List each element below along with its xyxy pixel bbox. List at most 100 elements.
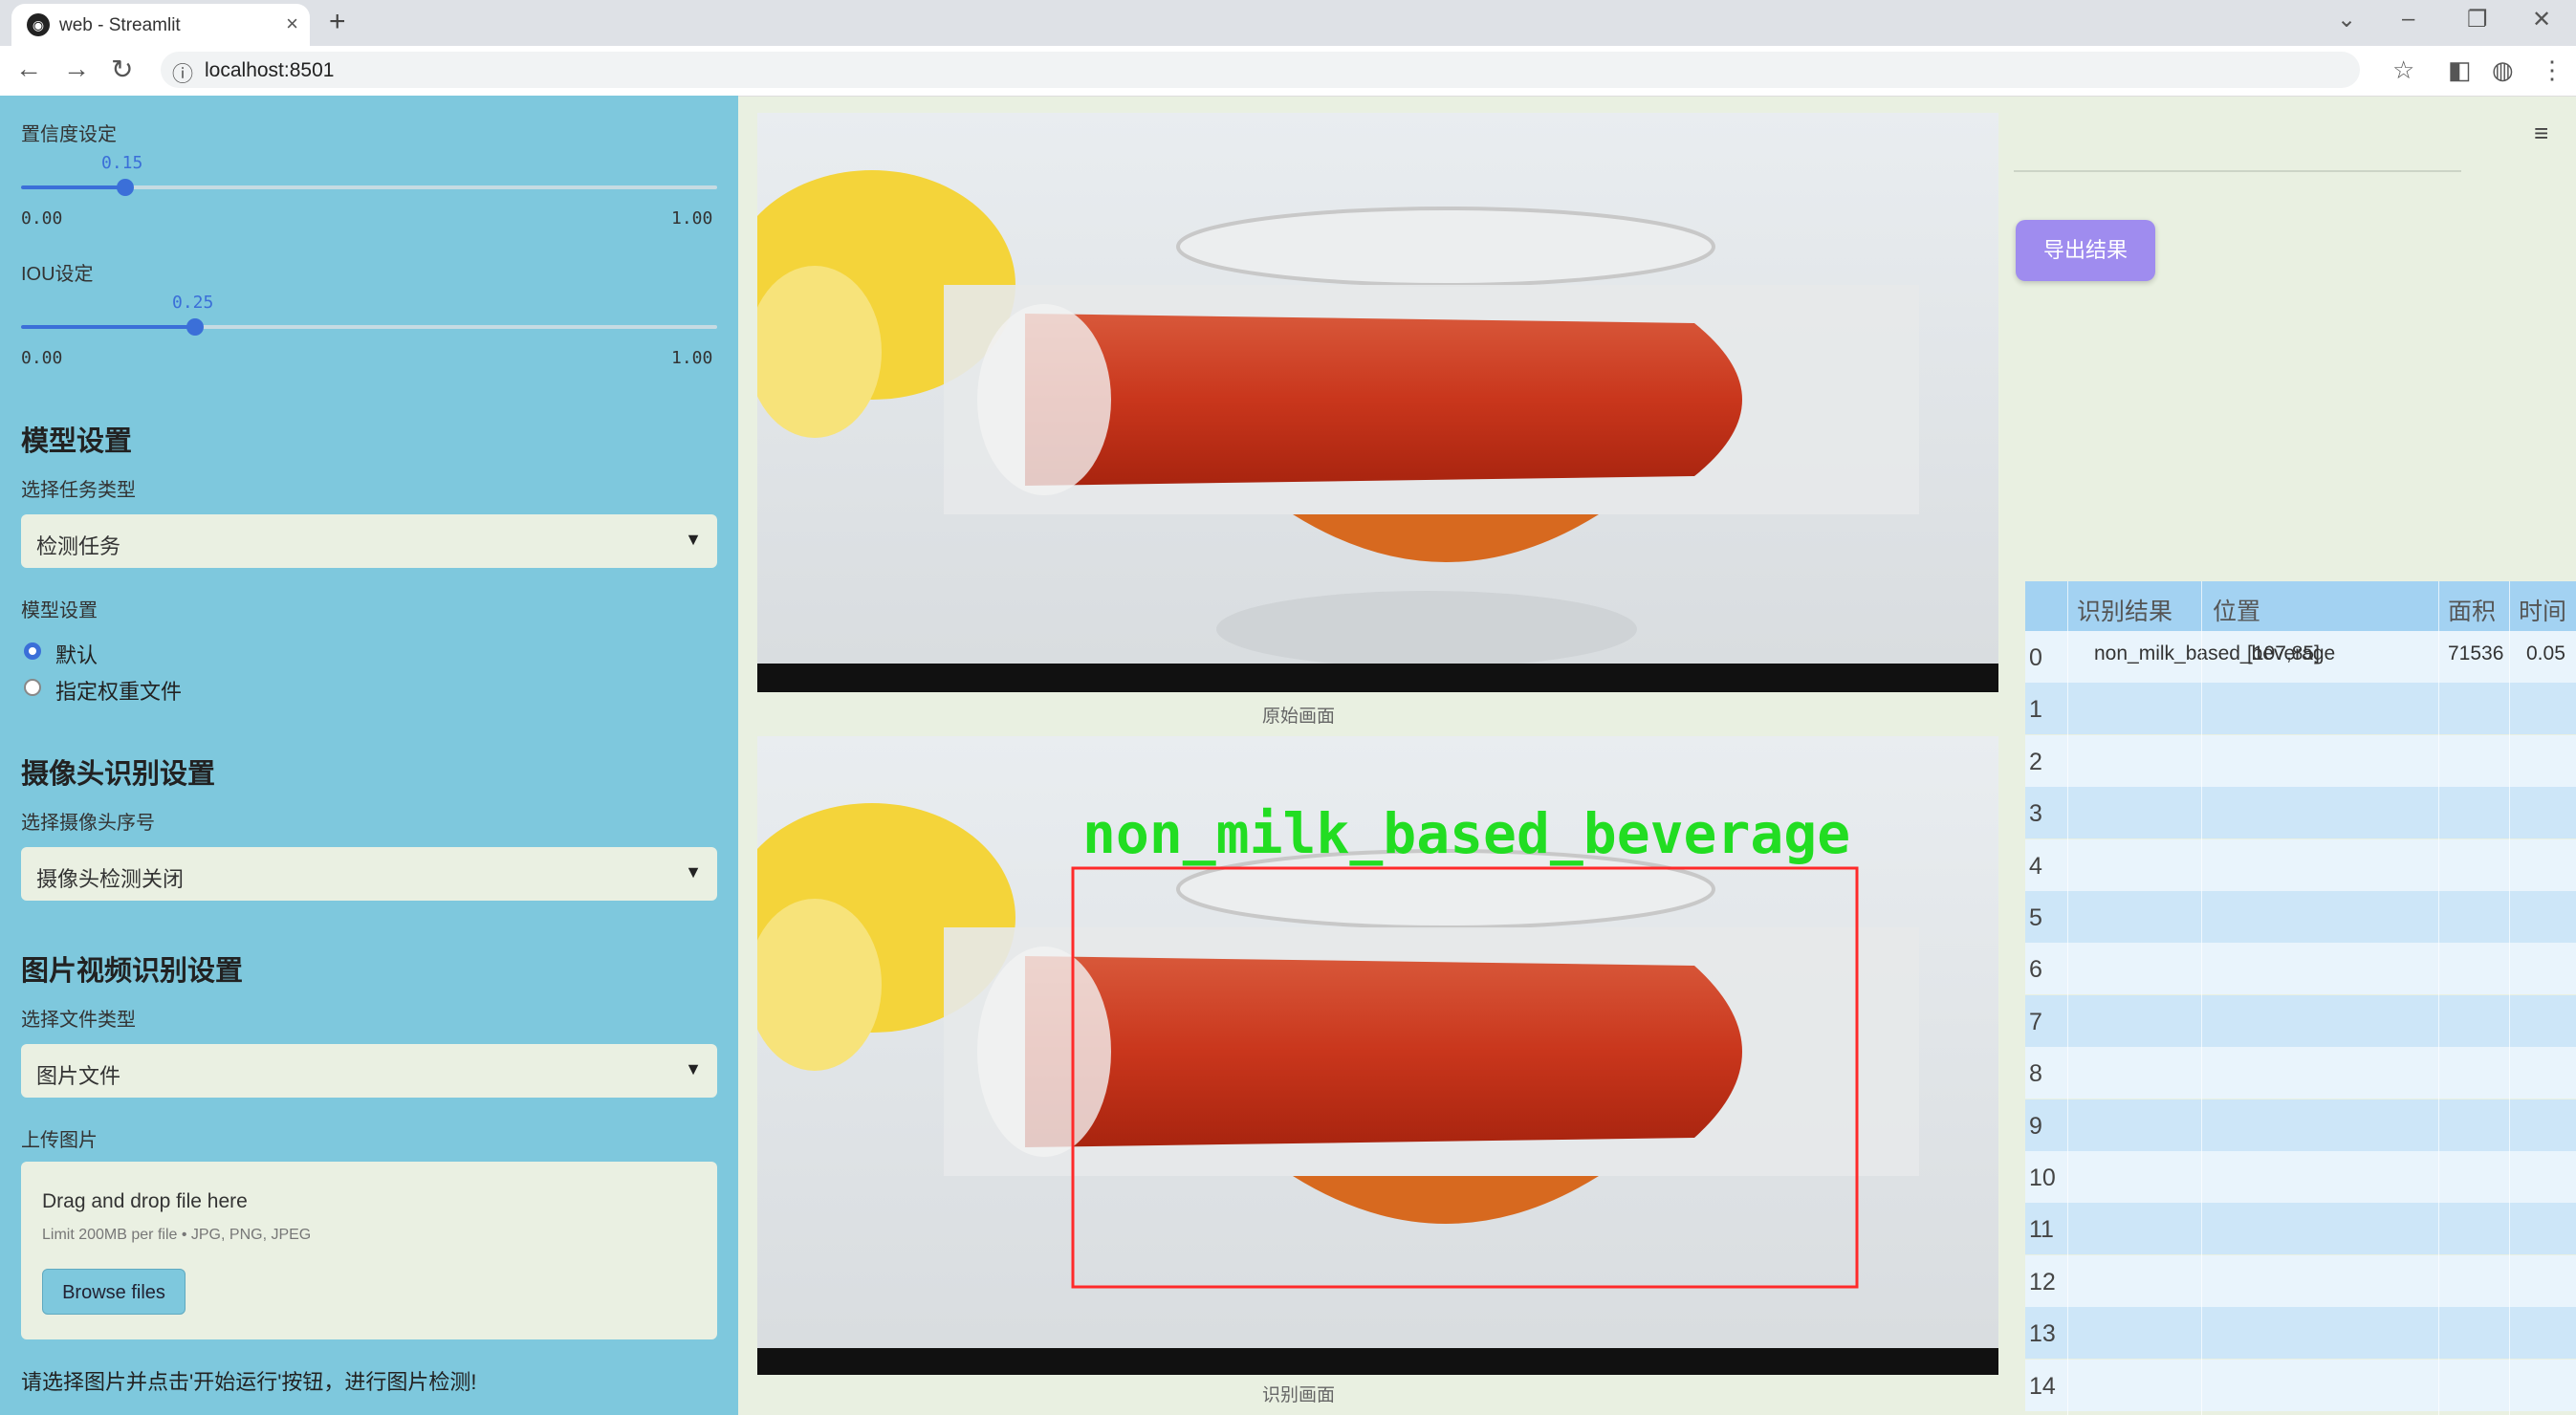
row-index: 10 <box>2029 1165 2056 1191</box>
back-icon[interactable]: ← <box>15 54 42 84</box>
confidence-max: 1.00 <box>671 208 713 229</box>
detected-image: non_milk_based_beverage <box>757 736 1998 1375</box>
confidence-label: 置信度设定 <box>21 124 117 145</box>
export-results-button[interactable]: 导出结果 <box>2016 220 2155 281</box>
confidence-min: 0.00 <box>21 208 63 229</box>
camera-select[interactable]: 摄像头检测关闭 ▼ <box>21 847 717 901</box>
row-index: 9 <box>2029 1112 2042 1140</box>
sidebar: 置信度设定 0.15 0.00 1.00 IOU设定 0.25 0.00 1.0… <box>0 96 738 1415</box>
iou-max: 1.00 <box>671 348 713 368</box>
bookmark-star-icon[interactable]: ☆ <box>2392 55 2414 85</box>
profile-icon[interactable]: ◍ <box>2492 55 2514 85</box>
column-divider <box>2509 581 2510 1415</box>
table-row[interactable]: 14 <box>2025 1359 2576 1411</box>
row-index: 5 <box>2029 904 2042 931</box>
confidence-thumb[interactable] <box>117 179 134 196</box>
table-row[interactable]: 5 <box>2025 891 2576 943</box>
browser-tab[interactable]: ◉ web - Streamlit × <box>11 4 310 46</box>
camera-settings-heading: 摄像头识别设置 <box>21 759 216 790</box>
camera-index-label: 选择摄像头序号 <box>21 813 155 834</box>
restore-icon[interactable]: ❐ <box>2467 6 2488 33</box>
file-uploader-dropzone[interactable]: Drag and drop file here Limit 200MB per … <box>21 1162 717 1339</box>
chevron-down-icon: ▼ <box>685 1059 702 1078</box>
row-index: 8 <box>2029 1060 2042 1088</box>
results-table[interactable]: 识别结果 位置 面积 时间 0 non_milk_based_beverage [1… <box>2025 581 2576 1415</box>
row-index: 11 <box>2029 1216 2054 1244</box>
table-row[interactable]: 7 <box>2025 994 2576 1047</box>
row-index: 4 <box>2029 852 2042 880</box>
browse-files-button[interactable]: Browse files <box>42 1269 186 1315</box>
iou-value: 0.25 <box>172 293 214 313</box>
row-index: 14 <box>2029 1372 2056 1400</box>
original-caption: 原始画面 <box>1262 707 1336 727</box>
radio-custom-weights-label[interactable]: 指定权重文件 <box>55 675 182 706</box>
table-row[interactable]: 4 <box>2025 838 2576 891</box>
chevron-down-icon[interactable]: ⌄ <box>2337 6 2356 33</box>
confidence-fill <box>21 185 125 189</box>
divider <box>2014 170 2461 172</box>
row-index: 6 <box>2029 956 2042 984</box>
instruction-text: 请选择图片并点击'开始运行'按钮，进行图片检测! <box>21 1370 477 1394</box>
table-row[interactable]: 9 <box>2025 1099 2576 1151</box>
radio-custom-weights[interactable] <box>24 679 41 696</box>
row-index: 7 <box>2029 1008 2042 1035</box>
table-row[interactable]: 0 non_milk_based_beverage [107,85] 71536 0.0… <box>2025 631 2576 683</box>
cell-position: [107,85] <box>2247 642 2320 664</box>
table-row[interactable]: 8 <box>2025 1047 2576 1099</box>
row-index: 3 <box>2029 800 2042 828</box>
window-close-icon[interactable]: ✕ <box>2532 6 2551 33</box>
new-tab-icon[interactable]: + <box>329 6 346 38</box>
tea-photo-original <box>757 113 1998 692</box>
media-settings-heading: 图片视频识别设置 <box>21 956 244 987</box>
table-row[interactable]: 10 <box>2025 1151 2576 1203</box>
table-row[interactable]: 3 <box>2025 787 2576 839</box>
radio-default-label[interactable]: 默认 <box>55 639 98 669</box>
tea-photo-detected: non_milk_based_beverage <box>757 736 1998 1375</box>
table-row[interactable]: 13 <box>2025 1307 2576 1360</box>
header-position[interactable]: 位置 <box>2213 593 2260 627</box>
iou-thumb[interactable] <box>186 318 204 336</box>
file-type-label: 选择文件类型 <box>21 1010 136 1031</box>
file-type-select[interactable]: 图片文件 ▼ <box>21 1044 717 1098</box>
confidence-value: 0.15 <box>101 153 143 173</box>
browser-chrome: ◉ web - Streamlit × + ⌄ – ❐ ✕ ← → ↻ ⓘ lo… <box>0 0 2576 97</box>
task-type-label: 选择任务类型 <box>21 480 136 501</box>
header-area[interactable]: 面积 <box>2448 593 2496 627</box>
forward-icon[interactable]: → <box>63 54 90 84</box>
table-row[interactable]: 11 <box>2025 1203 2576 1255</box>
cell-time: 0.05 <box>2526 642 2565 664</box>
row-index: 13 <box>2029 1320 2056 1348</box>
radio-default[interactable] <box>24 642 41 660</box>
table-row[interactable]: 6 <box>2025 943 2576 995</box>
column-divider <box>2201 581 2202 1415</box>
table-row[interactable]: 12 <box>2025 1254 2576 1307</box>
file-type-value: 图片文件 <box>36 1064 121 1088</box>
chevron-down-icon: ▼ <box>685 530 702 549</box>
upload-label: 上传图片 <box>21 1130 98 1151</box>
info-icon[interactable]: ⓘ <box>172 57 193 88</box>
table-row[interactable]: 2 <box>2025 734 2576 787</box>
iou-min: 0.00 <box>21 348 63 368</box>
detection-label: non_milk_based_beverage <box>1082 801 1850 866</box>
original-image <box>757 113 1998 692</box>
close-icon[interactable]: × <box>286 11 298 36</box>
dropzone-limit: Limit 200MB per file • JPG, PNG, JPEG <box>42 1227 312 1243</box>
table-row[interactable]: 1 <box>2025 683 2576 735</box>
address-bar-row: ← → ↻ ⓘ localhost:8501 ☆ ◧ ◍ ⋮ <box>0 46 2576 97</box>
hamburger-menu-icon[interactable]: ≡ <box>2534 119 2548 148</box>
detected-caption: 识别画面 <box>1262 1385 1336 1405</box>
reload-icon[interactable]: ↻ <box>111 54 133 85</box>
minimize-icon[interactable]: – <box>2402 6 2414 33</box>
kebab-menu-icon[interactable]: ⋮ <box>2540 55 2565 85</box>
header-result[interactable]: 识别结果 <box>2077 593 2172 627</box>
cell-area: 71536 <box>2448 642 2504 664</box>
column-divider <box>2067 581 2068 1415</box>
header-time[interactable]: 时间 <box>2519 593 2566 627</box>
task-type-value: 检测任务 <box>36 534 121 558</box>
task-type-select[interactable]: 检测任务 ▼ <box>21 514 717 568</box>
side-panel-icon[interactable]: ◧ <box>2448 55 2472 85</box>
address-bar[interactable]: ⓘ localhost:8501 <box>161 52 2360 88</box>
row-index: 2 <box>2029 748 2042 775</box>
table-header: 识别结果 位置 面积 时间 <box>2025 581 2576 631</box>
column-divider <box>2438 581 2439 1415</box>
